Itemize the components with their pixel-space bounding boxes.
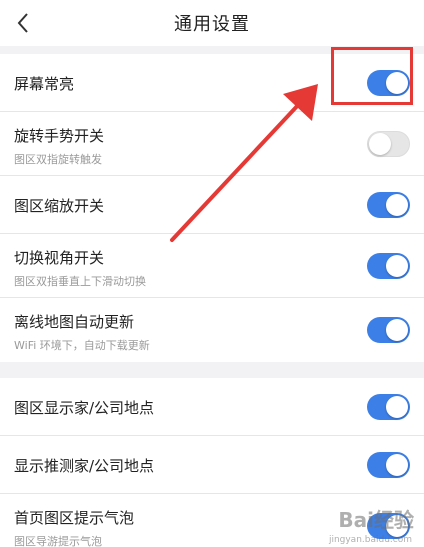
setting-title: 图区缩放开关 bbox=[14, 197, 105, 215]
setting-title: 图区显示家/公司地点 bbox=[14, 399, 155, 417]
page-title: 通用设置 bbox=[174, 14, 250, 35]
setting-subtitle: WiFi 环境下，自动下载更新 bbox=[14, 339, 150, 352]
setting-row-zoom: 图区缩放开关 bbox=[0, 176, 424, 234]
toggle-knob bbox=[386, 319, 408, 341]
chevron-left-icon bbox=[17, 13, 28, 33]
setting-title: 首页图区提示气泡 bbox=[14, 509, 135, 527]
guess-home-work-toggle[interactable] bbox=[367, 452, 410, 478]
setting-row-guess-home-work: 显示推测家/公司地点 bbox=[0, 436, 424, 494]
setting-subtitle: 图区双指垂直上下滑动切换 bbox=[14, 275, 146, 288]
toggle-knob bbox=[386, 396, 408, 418]
setting-title: 切换视角开关 bbox=[14, 249, 105, 267]
back-button[interactable] bbox=[8, 8, 38, 38]
setting-subtitle: 图区双指旋转触发 bbox=[14, 153, 102, 166]
view-angle-toggle[interactable] bbox=[367, 253, 410, 279]
rotate-gesture-toggle[interactable] bbox=[367, 131, 410, 157]
setting-title: 显示推测家/公司地点 bbox=[14, 457, 155, 475]
setting-subtitle: 图区导游提示气泡 bbox=[14, 535, 102, 547]
setting-title: 离线地图自动更新 bbox=[14, 313, 135, 331]
toggle-knob bbox=[386, 194, 408, 216]
toggle-knob bbox=[386, 255, 408, 277]
setting-row-offline-map-update: 离线地图自动更新 WiFi 环境下，自动下载更新 bbox=[0, 298, 424, 362]
settings-screen: 通用设置 屏幕常亮 旋转手势开关 图区双指旋转触发 图区缩放开关 切换视角开关 … bbox=[0, 0, 424, 547]
toggle-knob bbox=[386, 454, 408, 476]
top-bar: 通用设置 bbox=[0, 0, 424, 46]
setting-row-show-home-work: 图区显示家/公司地点 bbox=[0, 378, 424, 436]
highlight-box bbox=[331, 47, 413, 105]
offline-map-update-toggle[interactable] bbox=[367, 317, 410, 343]
zoom-toggle[interactable] bbox=[367, 192, 410, 218]
watermark-url: jingyan.baidu.com bbox=[328, 535, 412, 545]
setting-row-view-angle: 切换视角开关 图区双指垂直上下滑动切换 bbox=[0, 234, 424, 298]
setting-title: 屏幕常亮 bbox=[14, 75, 75, 93]
setting-row-rotate-gesture: 旋转手势开关 图区双指旋转触发 bbox=[0, 112, 424, 176]
setting-title: 旋转手势开关 bbox=[14, 127, 105, 145]
show-home-work-toggle[interactable] bbox=[367, 394, 410, 420]
watermark-logo: Bai经验 bbox=[338, 508, 414, 532]
toggle-knob bbox=[369, 133, 391, 155]
